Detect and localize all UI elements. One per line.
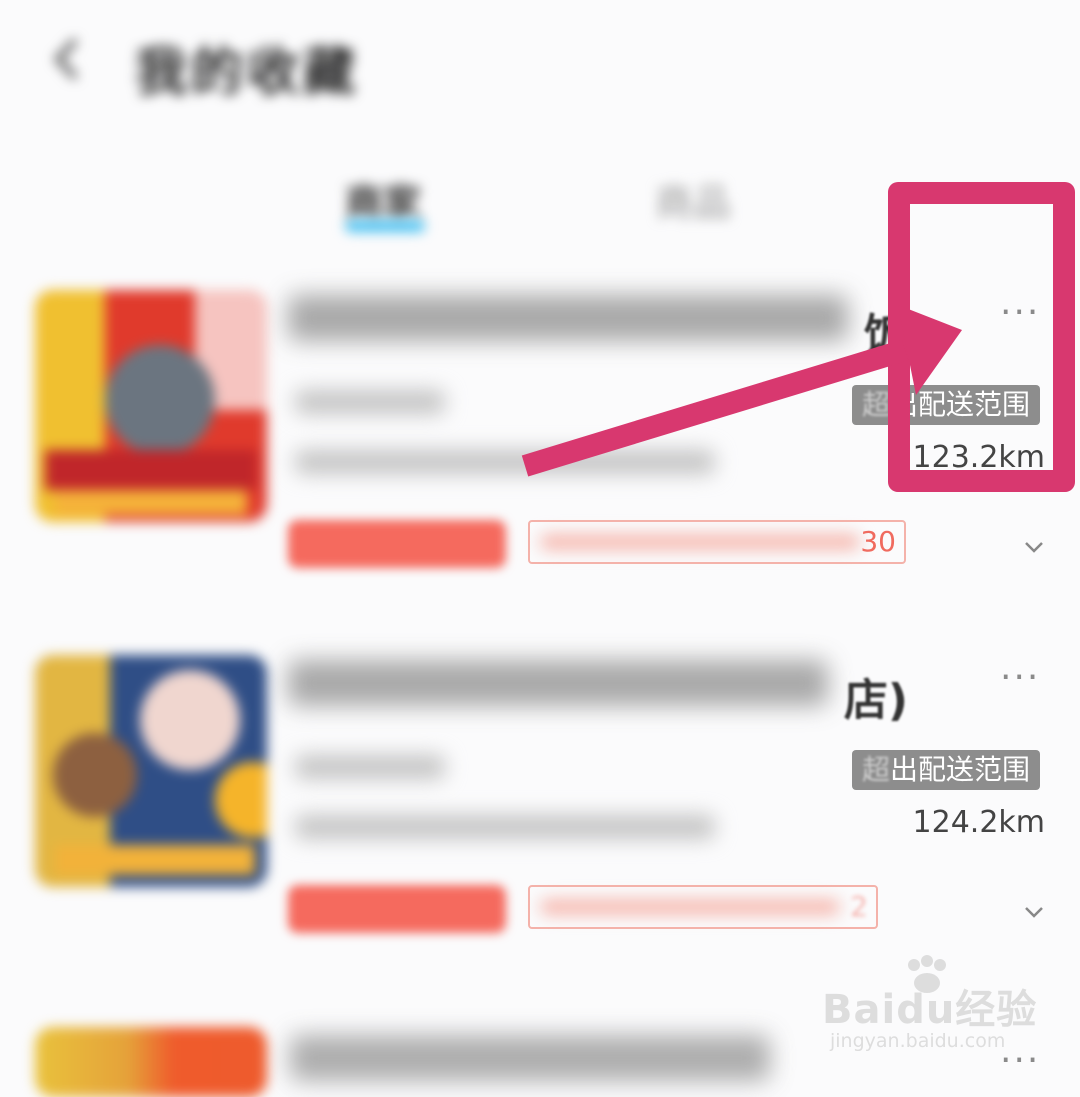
store-delivery-info <box>295 450 715 474</box>
active-tab-indicator <box>345 220 425 232</box>
out-of-range-badge: 超出配送范围 <box>852 750 1041 790</box>
promo-discounts: 2 <box>528 885 878 929</box>
more-dots-icon[interactable]: ··· <box>1000 660 1040 696</box>
chevron-down-icon[interactable] <box>1022 535 1046 559</box>
promo-discounts: 30 <box>528 520 906 564</box>
store-rating-row <box>295 755 445 779</box>
store-thumbnail <box>35 1027 267 1097</box>
watermark-url: jingyan.baidu.com <box>830 1030 1006 1052</box>
store-thumbnail <box>35 655 267 887</box>
watermark-brand: Baidu经验 <box>822 987 1038 1033</box>
tab-products[interactable]: 商品 <box>655 172 731 227</box>
store-distance: 124.2km <box>912 805 1045 840</box>
store-delivery-info <box>295 815 715 839</box>
promo-pill <box>288 885 506 933</box>
promo-pill <box>288 520 506 568</box>
store-name: 店) <box>288 660 908 726</box>
store-card[interactable]: 店) ··· 超出配送范围 124.2km 2 <box>0 645 1080 975</box>
tab-stores[interactable]: 商家 <box>345 172 421 227</box>
top-bar: 我的收藏 <box>0 0 1080 130</box>
highlight-frame <box>888 182 1075 492</box>
store-name <box>290 1035 770 1081</box>
back-arrow-icon[interactable] <box>44 36 90 82</box>
store-rating-row <box>295 390 445 414</box>
store-thumbnail <box>35 290 267 522</box>
watermark: Baidu经验 jingyan.baidu.com <box>822 955 1062 1065</box>
store-name: 饭 <box>288 295 908 361</box>
chevron-down-icon[interactable] <box>1022 900 1046 924</box>
page-title: 我的收藏 <box>135 43 360 103</box>
